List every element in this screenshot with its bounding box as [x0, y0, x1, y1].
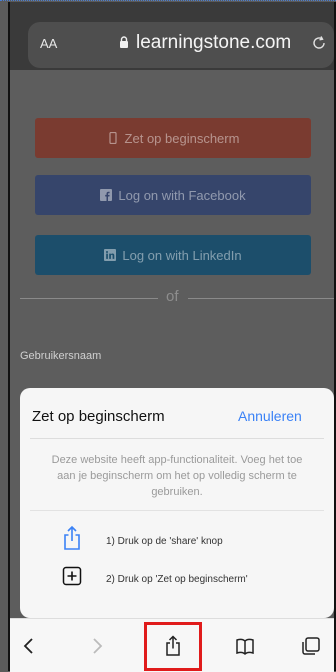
phone-icon [108, 132, 117, 144]
divider-text: of [166, 288, 179, 305]
sheet-title: Zet op beginscherm [32, 408, 165, 425]
share-icon [64, 525, 80, 550]
sheet-divider-2 [30, 510, 324, 511]
bookmarks-icon[interactable] [234, 635, 256, 657]
sheet-description: Deze website heeft app-functionaliteit. … [51, 454, 303, 498]
divider-line-left [20, 298, 158, 299]
step-1-text: 1) Druk op de 'share' knop [106, 536, 223, 547]
add-to-home-label: Zet op beginscherm [124, 130, 240, 146]
address-bar[interactable]: AA learningstone.com [28, 22, 334, 68]
linkedin-login-button[interactable]: Log on with LinkedIn [35, 235, 311, 275]
text-size-button[interactable]: AA [40, 36, 57, 51]
lock-icon [120, 36, 128, 48]
add-to-home-button[interactable]: Zet op beginscherm [35, 118, 311, 158]
browser-top-bar: AA learningstone.com [10, 2, 334, 70]
facebook-icon [100, 189, 113, 201]
forward-icon[interactable] [86, 635, 108, 657]
add-to-home-sheet: Zet op beginscherm Annuleren Deze websit… [20, 388, 334, 618]
divider-line-right [188, 298, 334, 299]
top-dotted-border [0, 0, 336, 1]
linkedin-icon [104, 249, 117, 261]
step-2-text: 2) Druk op 'Zet op beginscherm' [106, 574, 248, 585]
cancel-button[interactable]: Annuleren [238, 408, 302, 424]
tabs-icon[interactable] [300, 635, 322, 657]
back-icon[interactable] [18, 635, 40, 657]
username-label: Gebruikersnaam [20, 350, 102, 362]
url-domain[interactable]: learningstone.com [136, 32, 291, 54]
linkedin-login-label: Log on with LinkedIn [122, 247, 242, 263]
share-button-highlight [144, 622, 202, 671]
sheet-divider [30, 438, 324, 439]
screen: AA learningstone.com Zet op beginscherm … [0, 0, 336, 672]
facebook-login-label: Log on with Facebook [118, 187, 246, 203]
facebook-login-button[interactable]: Log on with Facebook [35, 175, 311, 215]
add-square-icon [62, 566, 82, 586]
reload-icon[interactable] [310, 34, 328, 52]
